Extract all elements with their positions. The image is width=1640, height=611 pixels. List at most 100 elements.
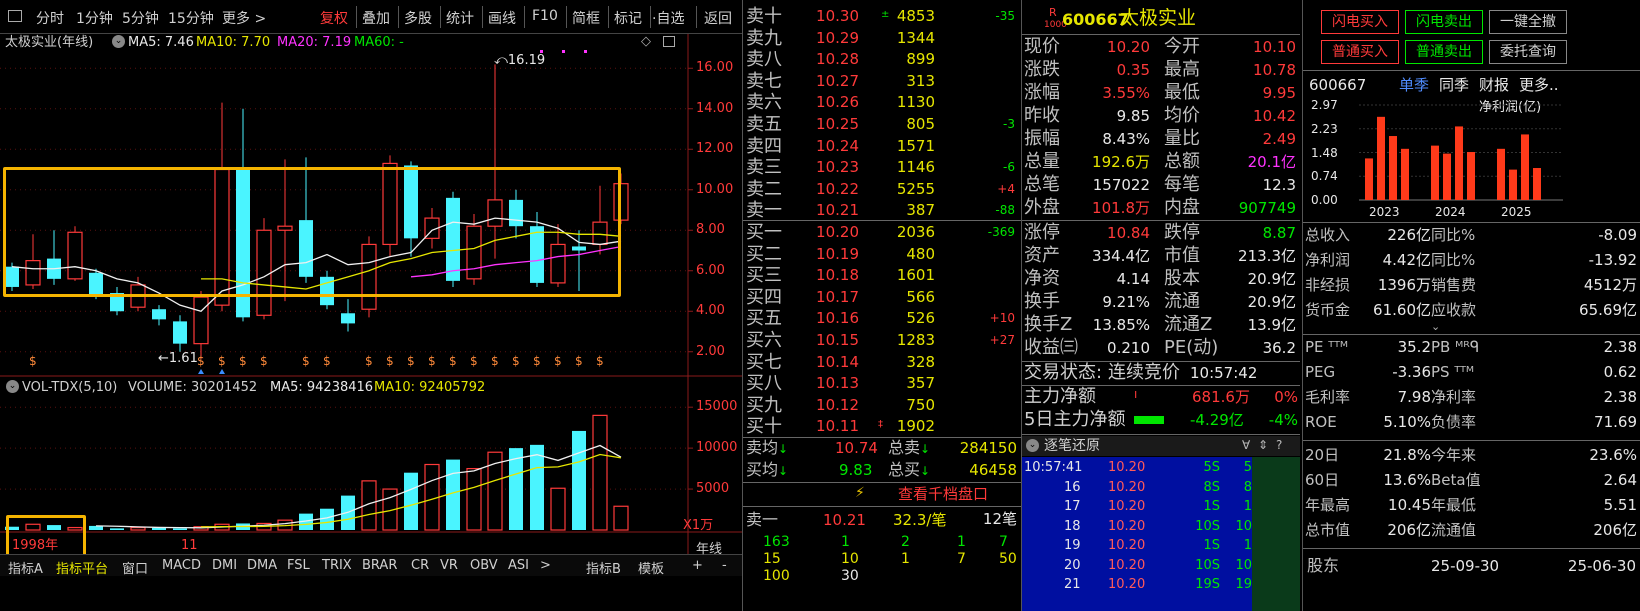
diamond-icon[interactable]: ◇ (641, 35, 651, 48)
order-query-button[interactable]: 委托查询 (1489, 40, 1567, 64)
tab-obv[interactable]: OBV (470, 558, 498, 573)
tab-dma[interactable]: DMA (247, 558, 277, 573)
zoom-out-button[interactable]: - (722, 558, 727, 573)
kline-chart-area[interactable]: $ $ $ $ $ $ $ $ $ $ $ $ $ $ $ $ $ $ $ 太极实业(年线) ⌄ MA5: 7.46… (0, 34, 742, 611)
dividend-marker[interactable]: $ (323, 354, 331, 368)
dividend-marker[interactable]: $ (596, 354, 604, 368)
volume-bar[interactable] (466, 467, 482, 531)
tab-same-quarter[interactable]: 同季 (1439, 78, 1469, 93)
ask-row[interactable]: 卖一 10.21 387 -88 (743, 199, 1021, 221)
bid-row[interactable]: 买三 10.18 1601 (743, 264, 1021, 286)
bid-row[interactable]: 买八 10.13 357 (743, 372, 1021, 394)
bid-row[interactable]: 买二 10.19 480 (743, 243, 1021, 265)
ask-row[interactable]: 卖九 10.29 1344 (743, 27, 1021, 49)
tab-brar[interactable]: BRAR (362, 558, 397, 573)
tab-indicator-platform[interactable]: 指标平台 (56, 558, 108, 577)
zoom-in-button[interactable]: + (692, 558, 703, 573)
period-label[interactable]: 年线 (696, 538, 722, 557)
panel-icon[interactable] (663, 36, 675, 47)
candle[interactable] (341, 299, 355, 332)
candle[interactable] (152, 305, 166, 326)
volume-bar[interactable] (152, 527, 166, 530)
tab-more[interactable]: 更多 > (222, 8, 266, 28)
dividend-marker[interactable]: $ (449, 354, 457, 368)
dividend-marker[interactable]: $ (428, 354, 436, 368)
normal-sell-button[interactable]: 普通卖出 (1405, 40, 1483, 64)
sort-icon[interactable]: ⇕ (1258, 439, 1268, 451)
ask-row[interactable]: 卖七 10.27 313 (743, 70, 1021, 92)
mark-button[interactable]: 标记 (614, 8, 642, 28)
dividend-marker[interactable]: $ (365, 354, 373, 368)
simple-frame-button[interactable]: 简框 (572, 8, 600, 28)
bid-row[interactable]: 买六 10.15 1283 +27 (743, 329, 1021, 351)
multi-stock-button[interactable]: 多股 (404, 8, 432, 28)
expand-chevron-icon[interactable]: ⌄ (1431, 321, 1440, 332)
tab-indicator-b[interactable]: 指标B (586, 558, 621, 577)
bid-row[interactable]: 买一 10.20 2036 -369 (743, 221, 1021, 243)
volume-bar[interactable] (572, 430, 586, 530)
chevron-down-icon[interactable]: ⌄ (112, 35, 125, 48)
tab-more-finance[interactable]: 更多.. (1519, 78, 1559, 93)
dividend-marker[interactable]: $ (29, 354, 37, 368)
ask-row[interactable]: 卖四 10.24 1571 (743, 135, 1021, 157)
tab-dmi[interactable]: DMI (212, 558, 237, 573)
watchlist-button[interactable]: ·自选 (652, 8, 684, 28)
tab-cr[interactable]: CR (411, 558, 429, 573)
tab-template[interactable]: 模板 (638, 558, 664, 577)
overlay-button[interactable]: 叠加 (362, 8, 390, 28)
volume-bar[interactable] (110, 528, 124, 530)
tab-5min[interactable]: 5分钟 (122, 8, 159, 28)
tab-intraday[interactable]: 分时 (36, 8, 64, 28)
volume-bar[interactable] (613, 505, 629, 531)
dividend-marker[interactable]: $ (491, 354, 499, 368)
volume-bar[interactable] (404, 472, 418, 530)
chevron-down-icon[interactable]: ⌄ (1026, 439, 1039, 452)
tab-scroll-right[interactable]: > (540, 558, 551, 573)
ask-row[interactable]: 卖二 10.22 5255 +4 (743, 178, 1021, 200)
flash-sell-button[interactable]: 闪电卖出 (1405, 10, 1483, 34)
chevron-down-icon[interactable]: ⌄ (6, 380, 19, 393)
tab-indicator-a[interactable]: 指标A (8, 558, 43, 577)
candle[interactable] (193, 291, 209, 360)
flash-buy-button[interactable]: 闪电买入 (1321, 10, 1399, 34)
back-button[interactable]: 返回 (704, 8, 732, 28)
tab-window[interactable]: 窗口 (122, 558, 148, 577)
dividend-marker[interactable]: $ (302, 354, 310, 368)
tab-quarter[interactable]: 单季 (1399, 78, 1429, 93)
volume-bar[interactable] (130, 526, 146, 531)
ask-row[interactable]: 卖六 10.26 1130 (743, 91, 1021, 113)
tab-trix[interactable]: TRIX (322, 558, 352, 573)
dividend-marker[interactable]: $ (575, 354, 583, 368)
dividend-marker[interactable]: $ (554, 354, 562, 368)
volume-bar[interactable] (530, 444, 544, 530)
bid-row[interactable]: 买七 10.14 328 (743, 351, 1021, 373)
dividend-marker[interactable]: $ (386, 354, 394, 368)
volume-bar[interactable] (320, 508, 334, 530)
tab-fsl[interactable]: FSL (287, 558, 310, 573)
draw-line-button[interactable]: 画线 (488, 8, 516, 28)
tab-1min[interactable]: 1分钟 (76, 8, 113, 28)
normal-buy-button[interactable]: 普通买入 (1321, 40, 1399, 64)
bid-row[interactable]: 买五 10.16 526 +10 (743, 307, 1021, 329)
tab-asi[interactable]: ASI (508, 558, 529, 573)
filter-icon[interactable]: ∀ (1242, 439, 1250, 451)
volume-bar[interactable] (173, 528, 187, 530)
dividend-marker[interactable]: $ (533, 354, 541, 368)
candle[interactable] (173, 315, 187, 352)
ask-row[interactable]: 卖八 10.28 899 (743, 48, 1021, 70)
dividend-marker[interactable]: $ (407, 354, 415, 368)
panel-toggle-icon[interactable] (8, 10, 22, 22)
adjust-button[interactable]: 复权 (320, 8, 348, 28)
dividend-marker[interactable]: $ (239, 354, 247, 368)
volume-bar[interactable] (550, 487, 566, 531)
dividend-marker[interactable]: $ (470, 354, 478, 368)
view-depth-link[interactable]: 查看千档盘口 (898, 487, 988, 502)
f10-button[interactable]: F10 (532, 8, 558, 24)
bid-row[interactable]: 买四 10.17 566 (743, 286, 1021, 308)
stats-button[interactable]: 统计 (446, 8, 474, 28)
dividend-marker[interactable]: $ (260, 354, 268, 368)
ask-row[interactable]: 卖五 10.25 805 -3 (743, 113, 1021, 135)
volume-bar[interactable] (592, 414, 608, 531)
bid-row[interactable]: 买九 10.12 750 (743, 394, 1021, 416)
tab-vr[interactable]: VR (440, 558, 458, 573)
